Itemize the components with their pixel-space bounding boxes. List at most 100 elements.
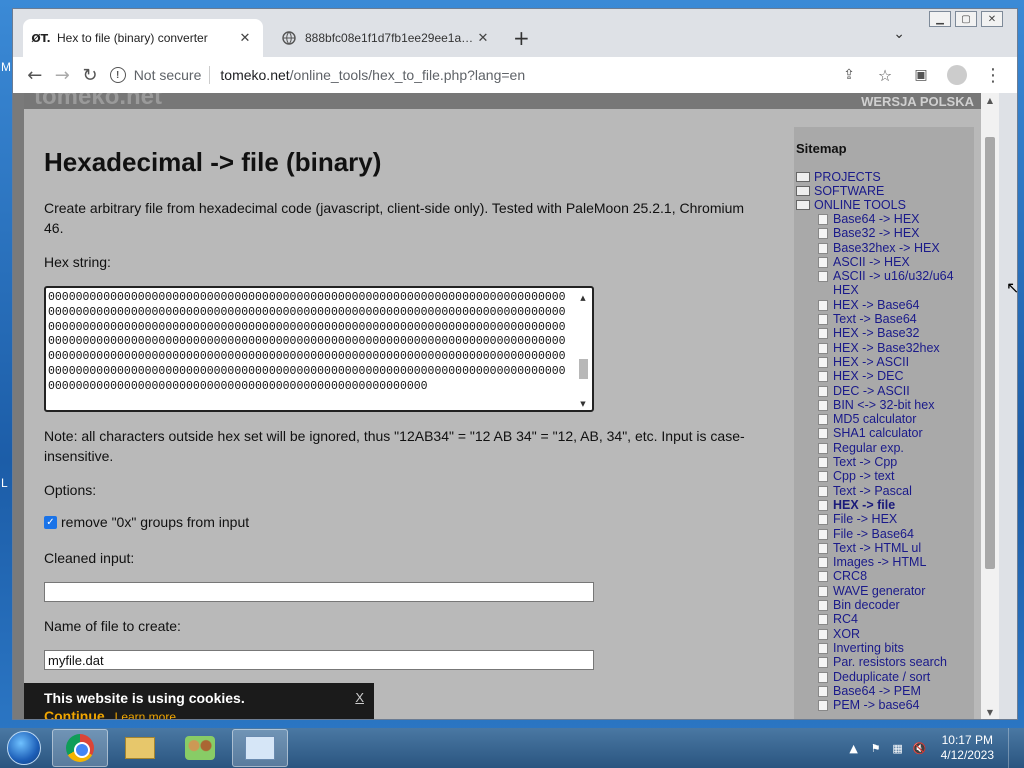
chevron-down-icon[interactable]: ⌄ xyxy=(893,26,905,42)
close-icon[interactable]: ✕ xyxy=(475,31,491,46)
share-icon[interactable]: ⇪ xyxy=(833,61,865,89)
sitemap-item[interactable]: Regular exp. xyxy=(818,441,974,455)
remove-0x-option[interactable]: ✓ remove "0x" groups from input xyxy=(44,514,764,530)
sitemap-item[interactable]: ASCII -> HEX xyxy=(818,255,974,269)
cookie-close-button[interactable]: X xyxy=(355,690,364,705)
sitemap-item[interactable]: HEX -> Base32hex xyxy=(818,341,974,355)
sitemap-item-label[interactable]: File -> HEX xyxy=(833,512,897,526)
side-panel-icon[interactable]: ▣ xyxy=(905,61,937,89)
sitemap-item-label[interactable]: Base32hex -> HEX xyxy=(833,241,940,255)
sitemap-item[interactable]: HEX -> ASCII xyxy=(818,355,974,369)
sitemap-item[interactable]: ASCII -> u16/u32/u64 HEX xyxy=(818,269,974,298)
sitemap-item[interactable]: RC4 xyxy=(818,612,974,626)
sitemap-item-label[interactable]: HEX -> Base64 xyxy=(833,298,920,312)
scroll-up-icon[interactable]: ▲ xyxy=(577,291,589,302)
clock[interactable]: 10:17 PM 4/12/2023 xyxy=(941,733,994,763)
sitemap-item[interactable]: Inverting bits xyxy=(818,641,974,655)
cookie-learn-more-link[interactable]: Learn more xyxy=(115,710,176,719)
sitemap-item[interactable]: Cpp -> text xyxy=(818,469,974,483)
scroll-up-icon[interactable]: ▲ xyxy=(981,93,999,109)
sitemap-item-label[interactable]: HEX -> Base32hex xyxy=(833,341,940,355)
remove-0x-label[interactable]: remove "0x" groups from input xyxy=(61,514,249,530)
sitemap-item[interactable]: PEM -> base64 xyxy=(818,698,974,712)
sitemap-item[interactable]: DEC -> ASCII xyxy=(818,384,974,398)
sitemap-item[interactable]: MD5 calculator xyxy=(818,412,974,426)
scroll-down-icon[interactable]: ▼ xyxy=(577,397,589,408)
forward-arrow-icon[interactable]: → xyxy=(49,61,77,89)
close-window-button[interactable]: ✕ xyxy=(981,11,1003,27)
sitemap-item-label[interactable]: Text -> Cpp xyxy=(833,455,897,469)
sitemap-item-label[interactable]: Text -> Base64 xyxy=(833,312,917,326)
sitemap-item-label[interactable]: Text -> Pascal xyxy=(833,484,912,498)
address-bar[interactable]: ! Not secure tomeko.net/online_tools/hex… xyxy=(109,61,833,89)
taskbar-control-panel[interactable] xyxy=(232,729,288,767)
sitemap-item[interactable]: Text -> Base64 xyxy=(818,312,974,326)
sitemap-item[interactable]: Deduplicate / sort xyxy=(818,670,974,684)
show-hidden-icons-icon[interactable]: ▲ xyxy=(847,741,861,755)
sitemap-item[interactable]: BIN <-> 32-bit hex xyxy=(818,398,974,412)
taskbar-people[interactable] xyxy=(172,729,228,767)
scrollbar-thumb[interactable] xyxy=(985,137,995,569)
sitemap-item[interactable]: Base64 -> HEX xyxy=(818,212,974,226)
sitemap-item[interactable]: SHA1 calculator xyxy=(818,426,974,440)
sitemap-item[interactable]: CRC8 xyxy=(818,569,974,583)
tab-hash[interactable]: 888bfc08e1f1d7fb1ee29ee1aa08 ✕ xyxy=(271,19,501,57)
start-button[interactable] xyxy=(0,728,48,768)
sitemap-folder-projects[interactable]: PROJECTS xyxy=(796,170,974,184)
sitemap-item-label[interactable]: SHA1 calculator xyxy=(833,426,923,440)
sitemap-item-label[interactable]: Deduplicate / sort xyxy=(833,670,930,684)
sitemap-item-label[interactable]: File -> Base64 xyxy=(833,527,914,541)
url-text[interactable]: tomeko.net/online_tools/hex_to_file.php?… xyxy=(220,67,525,83)
warning-icon[interactable]: ! xyxy=(109,67,126,83)
sitemap-item-label[interactable]: Cpp -> text xyxy=(833,469,895,483)
sitemap-item[interactable]: Text -> Cpp xyxy=(818,455,974,469)
security-label[interactable]: Not secure xyxy=(134,67,202,83)
sitemap-item[interactable]: HEX -> Base32 xyxy=(818,326,974,340)
reload-icon[interactable]: ↻ xyxy=(76,61,104,89)
taskbar-chrome[interactable] xyxy=(52,729,108,767)
new-tab-button[interactable]: + xyxy=(513,26,530,50)
network-icon[interactable]: ▦ xyxy=(891,741,905,755)
sitemap-item[interactable]: File -> Base64 xyxy=(818,527,974,541)
taskbar-explorer[interactable] xyxy=(112,729,168,767)
folder-label[interactable]: PROJECTS xyxy=(814,170,881,184)
sitemap-item-label[interactable]: Text -> HTML ul xyxy=(833,541,921,555)
sitemap-item[interactable]: WAVE generator xyxy=(818,584,974,598)
sitemap-item-label[interactable]: Base64 -> HEX xyxy=(833,212,920,226)
folder-label[interactable]: ONLINE TOOLS xyxy=(814,198,906,212)
sitemap-item-label[interactable]: ASCII -> HEX xyxy=(833,255,910,269)
sitemap-item-label[interactable]: Images -> HTML xyxy=(833,555,926,569)
sitemap-item[interactable]: Base32 -> HEX xyxy=(818,226,974,240)
filename-field[interactable]: myfile.dat xyxy=(44,650,594,670)
scrollbar-thumb[interactable] xyxy=(579,359,588,379)
sitemap-item-label[interactable]: ASCII -> u16/u32/u64 HEX xyxy=(833,269,974,298)
tab-hex-to-file[interactable]: ØT. Hex to file (binary) converter ✕ xyxy=(23,19,263,57)
close-icon[interactable]: ✕ xyxy=(237,31,253,46)
site-logo[interactable]: tomeko.net xyxy=(34,93,162,111)
volume-icon[interactable]: 🔇 xyxy=(913,741,927,755)
remove-0x-checkbox[interactable]: ✓ xyxy=(44,515,57,529)
sitemap-item[interactable]: Base32hex -> HEX xyxy=(818,241,974,255)
sitemap-item-label[interactable]: Inverting bits xyxy=(833,641,904,655)
sitemap-folder-online-tools[interactable]: ONLINE TOOLS xyxy=(796,198,974,212)
sitemap-item-label[interactable]: CRC8 xyxy=(833,569,867,583)
language-link[interactable]: WERSJA POLSKA xyxy=(861,94,974,109)
sitemap-item[interactable]: Bin decoder xyxy=(818,598,974,612)
flag-icon[interactable]: ⚑ xyxy=(869,741,883,755)
sitemap-item-label[interactable]: MD5 calculator xyxy=(833,412,916,426)
kebab-menu-icon[interactable]: ⋮ xyxy=(977,61,1009,89)
sitemap-item[interactable]: Text -> HTML ul xyxy=(818,541,974,555)
sitemap-item[interactable]: Base64 -> PEM xyxy=(818,684,974,698)
sitemap-item[interactable]: HEX -> file xyxy=(818,498,974,512)
sitemap-item-label[interactable]: HEX -> Base32 xyxy=(833,326,920,340)
sitemap-item-label[interactable]: XOR xyxy=(833,627,860,641)
textarea-scrollbar[interactable]: ▲ ▼ xyxy=(577,291,589,408)
sitemap-item-label[interactable]: RC4 xyxy=(833,612,858,626)
sitemap-item-label[interactable]: PEM -> base64 xyxy=(833,698,920,712)
folder-label[interactable]: SOFTWARE xyxy=(814,184,884,198)
page-scrollbar[interactable]: ▲ ▼ xyxy=(981,93,999,719)
sitemap-item[interactable]: Par. resistors search xyxy=(818,655,974,669)
sitemap-item-label[interactable]: Base64 -> PEM xyxy=(833,684,921,698)
sitemap-item-label[interactable]: Base32 -> HEX xyxy=(833,226,920,240)
profile-avatar-icon[interactable] xyxy=(941,61,973,89)
